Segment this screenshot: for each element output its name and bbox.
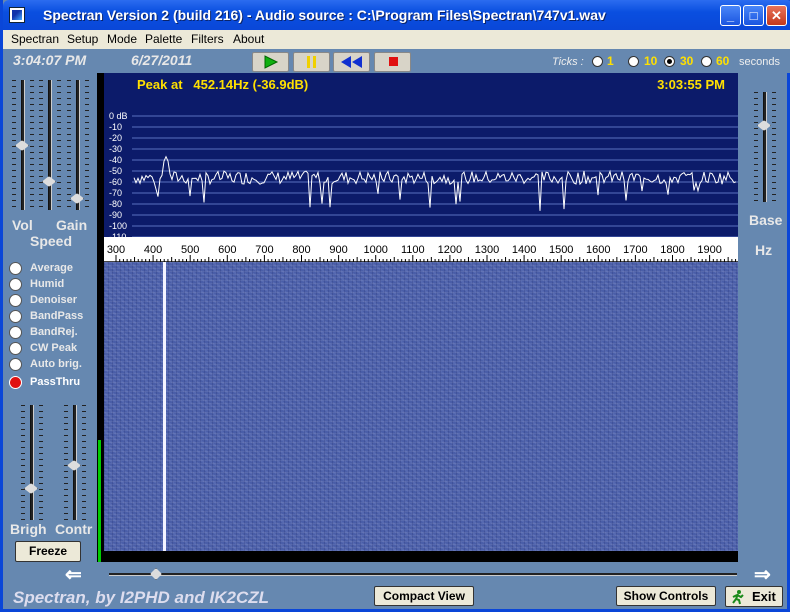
peak-readout: Peak at 452.14Hz (-36.9dB)	[137, 77, 309, 92]
stop-icon	[389, 57, 398, 66]
db-label: -40	[109, 155, 122, 165]
db-label: -70	[109, 188, 122, 198]
db-label: -30	[109, 144, 122, 154]
close-button[interactable]: ✕	[766, 5, 787, 26]
freq-label: 1300	[475, 244, 499, 256]
play-button[interactable]	[252, 52, 289, 72]
spectrum-display: 0 dB -10 -20 -30 -40 -50 -60 -70 -80 -90 -100 -110 …	[104, 73, 738, 237]
freq-label: 600	[218, 244, 236, 256]
credit-text: Spectran, by I2PHD and IK2CZL	[13, 588, 269, 607]
control-row: 3:04:07 PM 6/27/2011 Ticks : 1 10 30 60 …	[3, 49, 790, 73]
freq-label: 300	[107, 244, 125, 256]
frequency-scale: 300 400 500 600 700 800 900 1000 1100 1200 1300 140…	[104, 237, 738, 262]
db-label: -20	[109, 133, 122, 143]
maximize-button[interactable]: □	[743, 5, 764, 26]
rewind-icon	[341, 56, 362, 68]
vol-slider[interactable]	[12, 80, 34, 210]
menu-setup[interactable]: Setup	[67, 32, 98, 46]
stop-button[interactable]	[374, 52, 411, 72]
freq-label: 1100	[401, 244, 425, 256]
menu-bar: Spectran Setup Mode Palette Filters Abou…	[3, 30, 790, 49]
freq-label: 900	[329, 244, 347, 256]
scroll-right-icon[interactable]: ⇒	[754, 562, 771, 587]
spectrum-graph: 0 dB-10-20-30-40-50-60-70-80-90-100-110	[109, 111, 738, 237]
current-time: 3:04:07 PM	[13, 52, 87, 68]
running-man-icon	[732, 590, 744, 605]
play-icon	[264, 55, 279, 69]
db-label: -80	[109, 199, 122, 209]
db-label: 0 dB	[109, 111, 128, 121]
position-slider[interactable]	[109, 568, 737, 580]
contr-label: Contr	[55, 521, 93, 537]
rewind-button[interactable]	[333, 52, 370, 72]
current-date: 6/27/2011	[131, 52, 193, 68]
db-label: -10	[109, 122, 122, 132]
base-label: Base	[749, 212, 783, 228]
menu-about[interactable]: About	[233, 32, 264, 46]
brightness-slider[interactable]	[21, 405, 43, 520]
freq-label: 1700	[623, 244, 647, 256]
contrast-slider[interactable]	[64, 405, 86, 520]
app-window: Spectran Version 2 (build 216) - Audio s…	[0, 0, 790, 612]
freq-label: 800	[292, 244, 310, 256]
exit-button[interactable]: Exit	[725, 586, 783, 607]
ticks-label: Ticks :	[552, 56, 584, 68]
waterfall-footer	[104, 551, 738, 562]
freq-label: 700	[255, 244, 273, 256]
minimize-button[interactable]: _	[720, 5, 741, 26]
freq-label: 1600	[586, 244, 610, 256]
freq-label: 1000	[363, 244, 387, 256]
freq-label: 1500	[549, 244, 573, 256]
db-label: -60	[109, 177, 122, 187]
db-label: -50	[109, 166, 122, 176]
carrier-trace	[163, 262, 166, 551]
brigh-label: Brigh	[10, 521, 47, 537]
tick-radio-1[interactable]	[592, 56, 603, 67]
freeze-button[interactable]: Freeze	[15, 541, 81, 562]
waterfall-display	[104, 262, 738, 551]
freq-label: 400	[144, 244, 162, 256]
vol-label: Vol	[12, 217, 33, 233]
pause-button[interactable]	[293, 52, 330, 72]
show-controls-button[interactable]: Show Controls	[616, 586, 716, 606]
exit-label: Exit	[752, 589, 776, 604]
tick-radio-30[interactable]	[664, 56, 675, 67]
pause-icon	[307, 56, 316, 68]
freq-label: 500	[181, 244, 199, 256]
freq-label: 1200	[438, 244, 462, 256]
db-label: -90	[109, 210, 122, 220]
tick-value-10: 10	[644, 54, 658, 68]
menu-spectran[interactable]: Spectran	[11, 32, 59, 46]
scroll-left-icon[interactable]: ⇐	[65, 562, 82, 587]
menu-mode[interactable]: Mode	[107, 32, 137, 46]
gain-label: Gain	[56, 217, 88, 233]
menu-palette[interactable]: Palette	[145, 32, 182, 46]
freq-label: 1800	[660, 244, 684, 256]
db-label: -100	[109, 221, 127, 231]
peak-time: 3:03:55 PM	[657, 77, 725, 92]
tick-value-30: 30	[680, 54, 694, 68]
speed-label: Speed	[30, 233, 73, 249]
hz-label: Hz	[755, 242, 773, 258]
title-bar[interactable]: Spectran Version 2 (build 216) - Audio s…	[3, 0, 790, 30]
ticks-unit: seconds	[739, 56, 780, 68]
tick-value-60: 60	[716, 54, 730, 68]
level-meter-fill	[98, 440, 101, 562]
freq-label: 1900	[697, 244, 721, 256]
spectrum-trace	[133, 155, 737, 211]
compact-view-button[interactable]: Compact View	[374, 586, 474, 606]
app-icon[interactable]	[9, 7, 25, 23]
tick-radio-10[interactable]	[628, 56, 639, 67]
menu-filters[interactable]: Filters	[191, 32, 224, 46]
tick-radio-60[interactable]	[701, 56, 712, 67]
freq-label: 1400	[512, 244, 536, 256]
base-slider[interactable]	[754, 92, 776, 202]
tick-value-1: 1	[607, 54, 614, 68]
speed-slider[interactable]	[39, 80, 61, 210]
gain-slider[interactable]	[67, 80, 89, 210]
window-title: Spectran Version 2 (build 216) - Audio s…	[43, 7, 606, 23]
